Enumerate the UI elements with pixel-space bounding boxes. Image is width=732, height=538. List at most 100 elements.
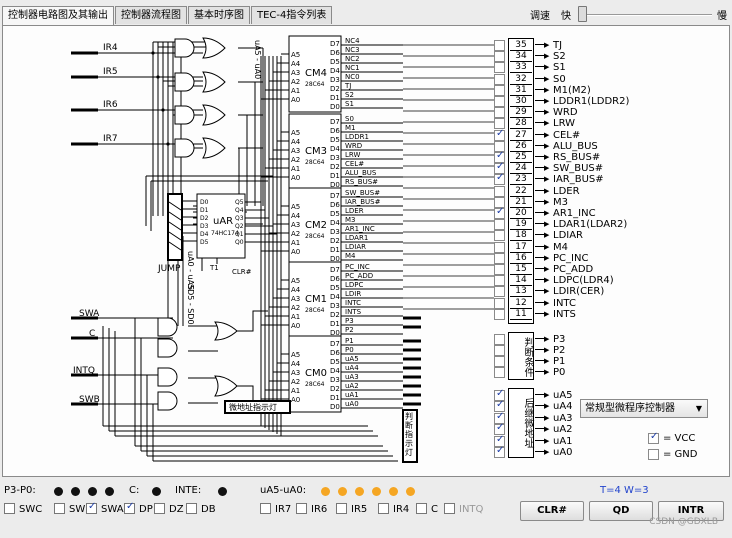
output-label-32: S0	[553, 73, 566, 85]
judge-checkbox-p0[interactable]	[494, 367, 505, 378]
switch-dp[interactable]: DP	[124, 501, 153, 519]
qd-button[interactable]: QD	[589, 501, 653, 521]
arrow-right-icon: ▶	[544, 276, 550, 285]
switch-dz[interactable]: DZ	[154, 503, 184, 519]
uar-clr: CLR#	[232, 268, 252, 276]
cm0-pin-a4: A4	[291, 360, 301, 368]
clr-button[interactable]: CLR#	[520, 501, 584, 521]
output-checkbox-20[interactable]	[494, 206, 505, 219]
output-number-28: 28	[510, 118, 532, 130]
arrow-right-icon: ▶	[544, 402, 550, 411]
signal-rsbus: RS_BUS#	[345, 178, 378, 186]
cm0-pin-d5: D5	[330, 358, 340, 366]
output-label-23: IAR_BUS#	[553, 174, 604, 186]
cm3-pin-d5: D5	[330, 136, 340, 144]
cm4-part: 28C64	[305, 81, 325, 88]
output-checkbox-13[interactable]	[494, 286, 505, 298]
output-checkbox-32[interactable]	[494, 73, 505, 85]
speed-slider-thumb[interactable]	[578, 6, 587, 22]
next-address-box: 后继微地址	[508, 388, 534, 458]
next-addr-label-ua5: uA5	[553, 390, 573, 401]
speed-slider-track[interactable]	[580, 14, 712, 16]
judge-checkbox-p1[interactable]	[494, 356, 505, 367]
switch-checkbox-ir6[interactable]	[296, 503, 307, 514]
switch-swc[interactable]: SWC	[4, 503, 42, 519]
power-checkbox-gnd[interactable]	[648, 449, 659, 460]
switch-ir6[interactable]: IR6	[296, 503, 327, 519]
signal-nc0: NC0	[345, 73, 360, 81]
cm3-pin-d2: D2	[330, 163, 340, 171]
dropdown-value: 常规型微程序控制器	[585, 403, 675, 414]
arrow-right-icon: ▶	[544, 231, 550, 240]
output-label-12: INTC	[553, 297, 576, 309]
switch-ir7[interactable]: IR7	[260, 503, 291, 519]
switch-db[interactable]: DB	[186, 503, 216, 519]
switch-checkbox-c[interactable]	[416, 503, 427, 514]
switch-checkbox-ir5[interactable]	[336, 503, 347, 514]
output-checkbox-33[interactable]	[494, 62, 505, 74]
output-checkbox-29[interactable]	[494, 107, 505, 119]
tab-timing[interactable]: 基本时序图	[188, 6, 250, 24]
switch-swa[interactable]: SWA	[86, 501, 124, 519]
tab-instructions[interactable]: TEC-4指令列表	[251, 6, 333, 24]
output-checkbox-15[interactable]	[494, 264, 505, 275]
output-checkbox-30[interactable]	[494, 96, 505, 107]
controller-type-dropdown[interactable]: 常规型微程序控制器 ▼	[580, 399, 708, 418]
output-checkbox-12[interactable]	[494, 297, 505, 309]
cm4-pin-d6: D6	[330, 49, 340, 57]
output-checkbox-34[interactable]	[494, 51, 505, 63]
switch-label-intq: INTQ	[459, 504, 484, 515]
cm1-pin-d3: D3	[330, 302, 340, 310]
switch-checkbox-dp[interactable]	[124, 501, 135, 514]
output-checkbox-35[interactable]	[494, 40, 505, 51]
output-label-11: INTS	[553, 308, 576, 320]
output-checkbox-17[interactable]	[494, 241, 505, 253]
output-checkbox-18[interactable]	[494, 230, 505, 242]
power-checkbox-vcc[interactable]	[648, 431, 659, 444]
switch-checkbox-ir4[interactable]	[378, 503, 389, 514]
cm2-part: 28C64	[305, 233, 325, 240]
judge-checkbox-p3[interactable]	[494, 334, 505, 345]
switch-ir5[interactable]: IR5	[336, 503, 367, 519]
cm4-pin-d3: D3	[330, 76, 340, 84]
output-checkbox-23[interactable]	[494, 172, 505, 186]
arrow-right-icon: ▶	[544, 298, 550, 307]
cm0-pin-d7: D7	[330, 340, 340, 348]
output-checkbox-27[interactable]	[494, 128, 505, 141]
switch-checkbox-ir7[interactable]	[260, 503, 271, 514]
ua1-led	[389, 487, 398, 496]
switch-checkbox-swa[interactable]	[86, 501, 97, 514]
output-checkbox-31[interactable]	[494, 84, 505, 96]
switch-checkbox-intq[interactable]	[444, 503, 455, 514]
output-checkbox-14[interactable]	[494, 275, 505, 287]
or-gate-ir7	[202, 137, 226, 159]
switch-checkbox-swb[interactable]	[54, 503, 65, 514]
switch-intq[interactable]: INTQ	[444, 503, 483, 519]
output-checkbox-22[interactable]	[494, 185, 505, 197]
output-checkbox-16[interactable]	[494, 252, 505, 264]
sd5-sd0-label: SD5 - SD0	[186, 284, 195, 325]
switch-label-c: C	[431, 504, 438, 515]
output-number-30: 30	[510, 96, 532, 107]
tab-circuit[interactable]: 控制器电路图及其输出	[2, 6, 114, 25]
output-label-13: LDIR(CER)	[553, 286, 605, 298]
switch-checkbox-swc[interactable]	[4, 503, 15, 514]
switch-checkbox-dz[interactable]	[154, 503, 165, 514]
signal-p2: P2	[345, 326, 354, 334]
switch-checkbox-db[interactable]	[186, 503, 197, 514]
signal-ar1inc: AR1_INC	[345, 225, 375, 233]
p2-led	[71, 487, 80, 496]
next-addr-checkbox-ua0[interactable]	[494, 445, 505, 458]
output-checkbox-11[interactable]	[494, 308, 505, 320]
cm1-pin-d2: D2	[330, 311, 340, 319]
judge-checkbox-p2[interactable]	[494, 345, 505, 356]
switch-c[interactable]: C	[416, 503, 438, 519]
switch-ir4[interactable]: IR4	[378, 503, 409, 519]
cm2-pin-d5: D5	[330, 210, 340, 218]
tab-flowchart[interactable]: 控制器流程图	[115, 6, 187, 24]
output-checkbox-19[interactable]	[494, 219, 505, 231]
cm2-pin-d3: D3	[330, 228, 340, 236]
cm4-pin-d1: D1	[330, 94, 340, 102]
jump-label: JUMP	[157, 264, 181, 274]
arrow-right-icon: ▶	[544, 309, 550, 318]
